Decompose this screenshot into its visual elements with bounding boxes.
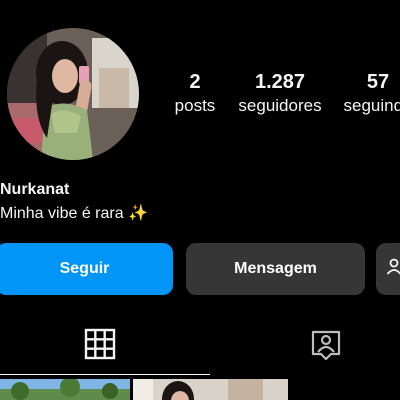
followers-stat[interactable]: 1.287 seguidores xyxy=(230,70,330,118)
message-button[interactable]: Mensagem xyxy=(186,243,365,295)
post-thumbnail[interactable] xyxy=(133,379,288,400)
posts-count: 2 xyxy=(189,71,201,93)
bio-text: Minha vibe é rara xyxy=(0,205,124,222)
grid-icon xyxy=(84,328,116,365)
avatar-photo xyxy=(7,28,139,160)
post-image xyxy=(133,379,288,400)
post-image xyxy=(0,379,130,400)
profile-bio: Minha vibe é rara ✨ xyxy=(0,203,148,223)
following-label: seguindo xyxy=(343,96,400,115)
follow-button[interactable]: Seguir xyxy=(0,243,173,295)
following-stat[interactable]: 57 seguindo xyxy=(338,70,400,118)
suggest-people-button[interactable] xyxy=(376,243,400,295)
person-add-icon xyxy=(386,257,400,282)
active-tab-indicator xyxy=(0,374,210,375)
tab-tagged[interactable] xyxy=(226,318,400,374)
tab-posts-grid[interactable] xyxy=(0,318,200,374)
posts-stat: 2 posts xyxy=(168,70,222,118)
posts-label: posts xyxy=(174,96,216,115)
post-thumbnail[interactable] xyxy=(0,379,130,400)
tagged-person-icon xyxy=(309,327,343,366)
following-count: 57 xyxy=(366,71,390,93)
followers-count: 1.287 xyxy=(254,71,306,93)
followers-label: seguidores xyxy=(238,96,322,115)
sparkles-icon: ✨ xyxy=(128,205,148,222)
profile-avatar[interactable] xyxy=(7,28,139,160)
profile-screen: 2 posts 1.287 seguidores 57 seguindo Nur… xyxy=(0,0,400,400)
profile-username: Nurkanat xyxy=(0,181,70,198)
